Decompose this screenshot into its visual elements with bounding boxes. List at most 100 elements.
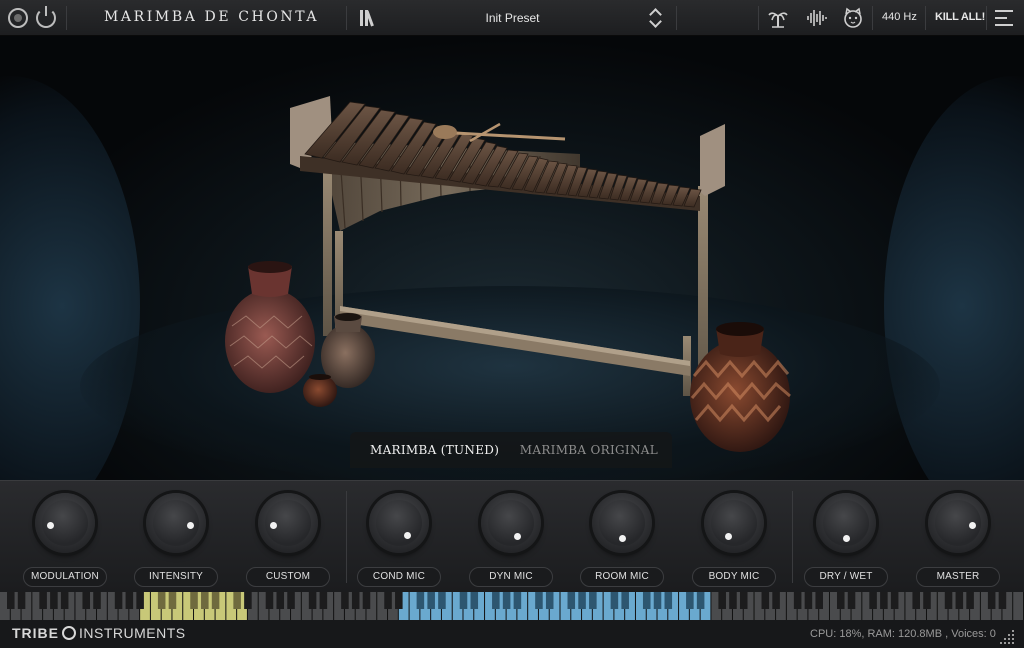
black-key[interactable]	[416, 592, 425, 609]
black-key[interactable]	[718, 592, 726, 609]
black-key[interactable]	[265, 592, 274, 609]
piano-keyboard[interactable]	[0, 592, 1024, 620]
black-key[interactable]	[545, 592, 554, 609]
black-key[interactable]	[804, 592, 813, 609]
waveform-icon[interactable]	[806, 9, 828, 27]
custom-knob[interactable]	[258, 493, 318, 553]
black-key[interactable]	[395, 592, 403, 609]
cat-face-icon[interactable]	[842, 7, 864, 29]
black-key[interactable]	[912, 592, 920, 609]
black-key[interactable]	[610, 592, 619, 609]
black-key[interactable]	[308, 592, 317, 609]
dyn-mic-knob[interactable]	[481, 493, 541, 553]
black-key[interactable]	[276, 592, 285, 609]
black-key[interactable]	[890, 592, 899, 609]
black-key[interactable]	[621, 592, 629, 609]
black-key[interactable]	[50, 592, 58, 609]
black-key[interactable]	[201, 592, 209, 609]
black-key[interactable]	[7, 592, 15, 609]
tab-marimba-original[interactable]: MARIMBA ORIGINAL	[520, 443, 658, 457]
knob-label: BODY MIC	[692, 567, 776, 587]
black-key[interactable]	[341, 592, 349, 609]
piano-keys[interactable]	[0, 592, 1024, 620]
black-key[interactable]	[82, 592, 91, 609]
black-key[interactable]	[351, 592, 360, 609]
power-icon[interactable]	[36, 6, 56, 28]
black-key[interactable]	[589, 592, 597, 609]
black-key[interactable]	[438, 592, 446, 609]
black-key[interactable]	[17, 592, 26, 609]
palm-tree-icon[interactable]	[768, 8, 788, 28]
black-key[interactable]	[459, 592, 468, 609]
black-key[interactable]	[923, 592, 931, 609]
kill-all-button[interactable]: KILL ALL!	[935, 11, 985, 23]
marimba-illustration	[225, 96, 791, 452]
preset-name[interactable]: Init Preset	[440, 11, 585, 25]
black-key[interactable]	[157, 592, 166, 609]
black-key[interactable]	[696, 592, 705, 609]
master-knob[interactable]	[928, 493, 988, 553]
intensity-knob[interactable]	[146, 493, 206, 553]
black-key[interactable]	[384, 592, 392, 609]
library-icon[interactable]	[360, 10, 378, 27]
black-key[interactable]	[211, 592, 220, 609]
black-key[interactable]	[955, 592, 964, 609]
black-key[interactable]	[998, 592, 1007, 609]
black-key[interactable]	[944, 592, 953, 609]
black-key[interactable]	[664, 592, 673, 609]
black-key[interactable]	[502, 592, 511, 609]
black-key[interactable]	[869, 592, 877, 609]
room-mic-knob[interactable]	[592, 493, 652, 553]
black-key[interactable]	[287, 592, 295, 609]
cond-mic-knob[interactable]	[369, 493, 429, 553]
control-panel: MODULATION INTENSITY CUSTOM COND MIC DYN…	[0, 480, 1024, 592]
black-key[interactable]	[60, 592, 69, 609]
knob-label: CUSTOM	[246, 567, 330, 587]
black-key[interactable]	[836, 592, 845, 609]
black-key[interactable]	[653, 592, 662, 609]
black-key[interactable]	[567, 592, 576, 609]
black-key[interactable]	[319, 592, 328, 609]
black-key[interactable]	[642, 592, 651, 609]
preset-arrows-icon[interactable]	[649, 6, 665, 30]
black-key[interactable]	[470, 592, 479, 609]
body-mic-knob[interactable]	[704, 493, 764, 553]
black-key[interactable]	[136, 592, 144, 609]
black-key[interactable]	[190, 592, 198, 609]
black-key[interactable]	[427, 592, 435, 609]
performance-stats: CPU: 18%, RAM: 120.8MB , Voices: 0	[810, 628, 996, 640]
resize-grip-icon[interactable]	[1000, 628, 1016, 644]
black-key[interactable]	[492, 592, 500, 609]
black-key[interactable]	[772, 592, 780, 609]
black-key[interactable]	[233, 592, 241, 609]
black-key[interactable]	[39, 592, 47, 609]
black-key[interactable]	[880, 592, 888, 609]
black-key[interactable]	[513, 592, 522, 609]
dry-wet-knob[interactable]	[816, 493, 876, 553]
black-key[interactable]	[847, 592, 856, 609]
black-key[interactable]	[578, 592, 586, 609]
knob-unit-dry-wet: DRY / WET	[801, 489, 891, 587]
black-key[interactable]	[966, 592, 974, 609]
menu-icon[interactable]	[995, 9, 1013, 27]
footer: TRIBE INSTRUMENTS CPU: 18%, RAM: 120.8MB …	[0, 620, 1024, 648]
black-key[interactable]	[739, 592, 748, 609]
black-key[interactable]	[987, 592, 996, 609]
black-key[interactable]	[244, 592, 252, 609]
modulation-knob[interactable]	[35, 493, 95, 553]
black-key[interactable]	[729, 592, 737, 609]
black-key[interactable]	[793, 592, 802, 609]
black-key[interactable]	[362, 592, 371, 609]
tuning-button[interactable]: 440 Hz	[882, 11, 917, 23]
black-key[interactable]	[93, 592, 101, 609]
black-key[interactable]	[535, 592, 543, 609]
black-key[interactable]	[761, 592, 770, 609]
record-icon[interactable]	[8, 8, 28, 28]
black-key[interactable]	[168, 592, 177, 609]
black-key[interactable]	[125, 592, 134, 609]
black-key[interactable]	[815, 592, 823, 609]
tab-marimba-tuned[interactable]: MARIMBA (TUNED)	[370, 443, 499, 457]
black-key[interactable]	[686, 592, 694, 609]
black-key[interactable]	[114, 592, 123, 609]
white-key[interactable]	[1013, 592, 1023, 620]
